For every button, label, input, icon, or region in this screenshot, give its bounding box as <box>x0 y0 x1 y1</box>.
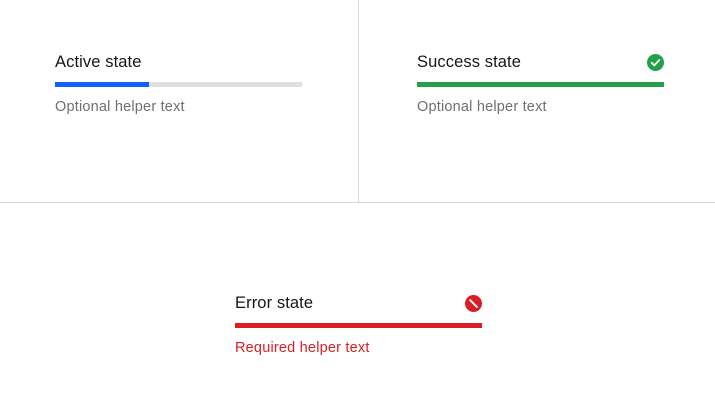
progress-bar-label: Success state <box>417 53 522 71</box>
progress-bar-label: Active state <box>55 53 142 71</box>
vertical-divider <box>358 0 359 202</box>
progress-fill <box>235 323 482 328</box>
progress-bar-active: Active state Optional helper text <box>55 51 302 117</box>
progress-bar-error: Error state Required helper text <box>235 292 482 358</box>
progress-bar-success: Success state Optional helper text <box>417 51 664 117</box>
progress-bar-header: Error state <box>235 292 482 314</box>
progress-bar-header: Active state <box>55 51 302 73</box>
progress-helper-text: Required helper text <box>235 340 370 356</box>
progress-helper-text: Optional helper text <box>417 99 547 115</box>
progress-track <box>417 82 664 87</box>
progress-helper-text: Optional helper text <box>55 99 185 115</box>
progress-bar-label: Error state <box>235 294 314 312</box>
progress-bar-header: Success state <box>417 51 664 73</box>
progress-track <box>55 82 302 87</box>
error-filled-icon <box>465 295 482 312</box>
progress-fill <box>417 82 664 87</box>
horizontal-divider <box>0 202 715 203</box>
progress-track <box>235 323 482 328</box>
progress-fill <box>55 82 149 87</box>
checkmark-filled-icon <box>647 54 664 71</box>
